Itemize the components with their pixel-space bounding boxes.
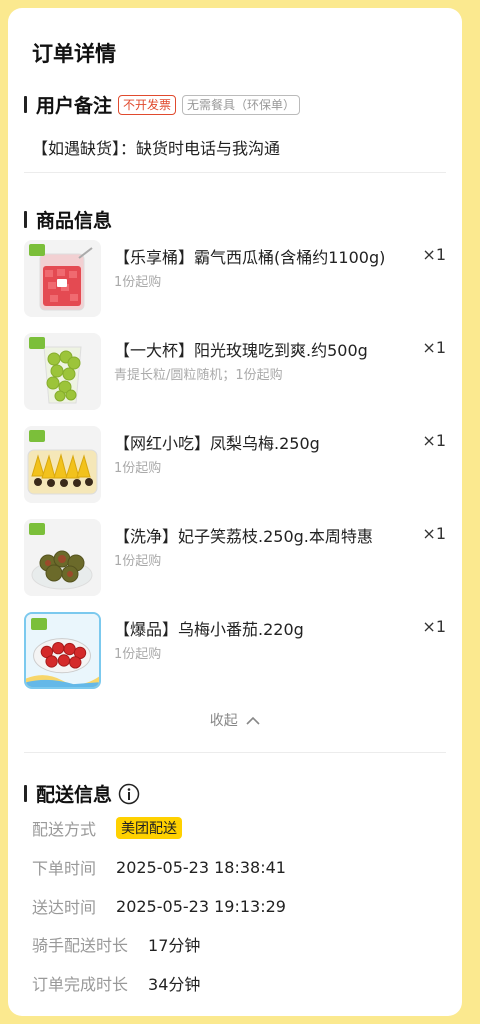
goods-spec: 青提长粒/圆粒随机；1份起购 [114,368,283,383]
goods-min-purchase: 1份起购 [114,461,162,476]
goods-min-purchase: 1份起购 [114,554,162,569]
goods-quantity: ×1 [422,338,446,357]
rider-duration-row: 骑手配送时长 17分钟 [32,932,200,956]
arrival-time-value: 2025-05-23 19:13:29 [116,896,286,916]
pineapple-plum-box-image [24,426,101,503]
brand-logo-icon [29,523,45,535]
goods-quantity: ×1 [422,245,446,264]
brand-logo-icon [29,430,45,442]
delivery-method-badge: 美团配送 [116,817,183,839]
goods-section-title: 商品信息 [24,206,112,233]
delivery-method-row: 配送方式 美团配送 [32,816,183,840]
goods-quantity: ×1 [422,524,446,543]
order-duration-value: 34分钟 [148,975,201,994]
goods-item[interactable]: 【一大杯】阳光玫瑰吃到爽.约500g 青提长粒/圆粒随机；1份起购 ×1 [24,333,446,411]
order-duration-row: 订单完成时长 34分钟 [32,971,200,995]
chevron-up-icon [246,716,260,725]
goods-name: 【乐享桶】霸气西瓜桶(含桶约1100g) [114,248,386,267]
section-bar [24,785,27,802]
goods-item[interactable]: 【网红小吃】凤梨乌梅.250g 1份起购 ×1 [24,426,446,504]
cherry-tomato-box-image [24,612,101,689]
divider [24,172,446,173]
user-note-title: 用户备注 [36,95,113,117]
rider-duration-value: 17分钟 [148,936,201,955]
delivery-method-label: 配送方式 [32,820,97,839]
rider-duration-label: 骑手配送时长 [32,936,129,955]
arrival-time-label: 送达时间 [32,898,97,917]
goods-item[interactable]: 【洗净】妃子笑荔枝.250g.本周特惠 1份起购 ×1 [24,519,446,597]
brand-logo-icon [29,244,45,256]
goods-item[interactable]: 【爆品】乌梅小番茄.220g 1份起购 ×1 [24,612,446,690]
goods-min-purchase: 1份起购 [114,647,162,662]
goods-title: 商品信息 [36,210,113,232]
goods-quantity: ×1 [422,617,446,636]
goods-name: 【洗净】妃子笑荔枝.250g.本周特惠 [114,527,373,546]
divider [24,752,446,753]
watermelon-bucket-image [24,240,101,317]
arrival-time-row: 送达时间 2025-05-23 19:13:29 [32,894,286,918]
order-duration-label: 订单完成时长 [32,975,129,994]
order-time-value: 2025-05-23 18:38:41 [116,857,286,877]
goods-item[interactable]: 【乐享桶】霸气西瓜桶(含桶约1100g) 1份起购 ×1 [24,240,446,318]
collapse-label: 收起 [209,713,238,729]
goods-name: 【网红小吃】凤梨乌梅.250g [114,434,320,453]
collapse-button[interactable]: 收起 [8,710,462,730]
no-cutlery-tag: 无需餐具（环保单） [182,94,301,115]
info-icon[interactable] [118,783,140,805]
section-bar [24,211,27,228]
goods-min-purchase: 1份起购 [114,275,162,290]
no-invoice-tag: 不开发票 [118,94,177,115]
green-grapes-cup-image [24,333,101,410]
section-bar [24,96,27,113]
lychee-box-image [24,519,101,596]
goods-name: 【爆品】乌梅小番茄.220g [114,620,304,639]
goods-name: 【一大杯】阳光玫瑰吃到爽.约500g [114,341,368,360]
user-note-text: 【如遇缺货】：缺货时电话与我沟通 [32,139,281,158]
order-time-row: 下单时间 2025-05-23 18:38:41 [32,855,286,879]
goods-quantity: ×1 [422,431,446,450]
page-title: 订单详情 [32,42,116,66]
order-time-label: 下单时间 [32,859,97,878]
brand-logo-icon [31,618,47,630]
user-note-section-title: 用户备注 不开发票 无需餐具（环保单） [24,91,301,118]
brand-logo-icon [29,337,45,349]
delivery-section-title: 配送信息 [24,780,140,807]
delivery-title: 配送信息 [36,784,113,806]
order-detail-card: 订单详情 用户备注 不开发票 无需餐具（环保单） 【如遇缺货】：缺货时电话与我沟… [8,8,462,1016]
